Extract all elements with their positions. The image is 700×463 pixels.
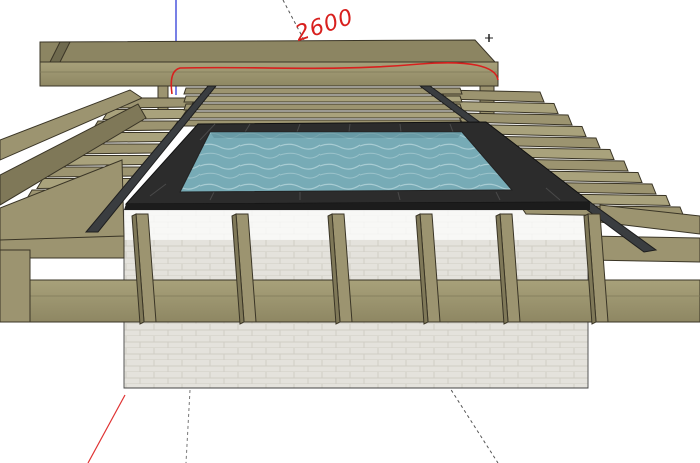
deck-board: [183, 103, 463, 111]
red-axis: [87, 394, 126, 463]
deck-boards-back: [183, 87, 463, 127]
dashed-guide-left: [185, 389, 191, 463]
deck-board: [183, 95, 463, 103]
pool-water: [179, 131, 514, 193]
pool-deck-model[interactable]: [0, 0, 700, 463]
deck-board: [183, 111, 463, 119]
sketchup-3d-viewport[interactable]: 2600: [0, 0, 700, 463]
deck-board: [183, 87, 463, 95]
dashed-guide-bottom: [447, 384, 499, 463]
